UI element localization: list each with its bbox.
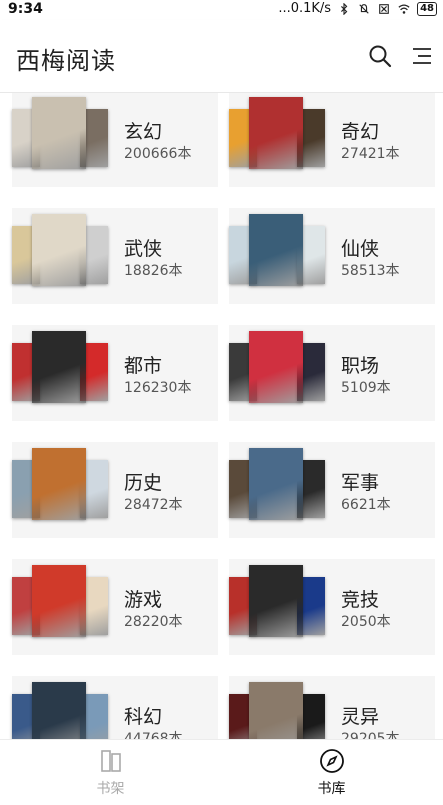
category-count: 58513本 — [341, 263, 400, 279]
category-card[interactable]: 奇幻 27421本 — [229, 93, 435, 187]
category-name: 玄幻 — [124, 121, 163, 143]
book-cover-image — [249, 448, 303, 520]
category-list[interactable]: 玄幻 200666本 奇幻 27421本武侠 18826本 仙侠 58513本都市 12623… — [0, 93, 443, 739]
category-name: 武侠 — [124, 238, 163, 260]
book-cover-image — [32, 331, 86, 403]
book-cover-image — [249, 682, 303, 739]
status-icons: ...0.1K/s 48 — [278, 1, 437, 16]
compass-icon — [320, 749, 344, 773]
book-cover-image — [32, 448, 86, 520]
book-covers — [12, 682, 110, 739]
category-name: 科幻 — [124, 706, 163, 728]
category-name: 军事 — [341, 472, 380, 494]
category-count: 27421本 — [341, 146, 400, 162]
book-covers — [229, 565, 327, 647]
menu-icon[interactable] — [410, 44, 434, 68]
nav-bookshelf-label: 书架 — [96, 781, 125, 797]
category-name: 奇幻 — [341, 121, 380, 143]
book-covers — [12, 331, 110, 413]
nav-library-label: 书库 — [317, 781, 346, 797]
category-count: 126230本 — [124, 380, 192, 396]
category-count: 18826本 — [124, 263, 183, 279]
category-name: 灵异 — [341, 706, 380, 728]
category-count: 28472本 — [124, 497, 183, 513]
category-card[interactable]: 竞技 2050本 — [229, 559, 435, 655]
book-cover-image — [32, 565, 86, 637]
book-cover-image — [32, 214, 86, 286]
category-card[interactable]: 游戏 28220本 — [12, 559, 218, 655]
category-card[interactable]: 灵异 29205本 — [229, 676, 435, 739]
category-count: 6621本 — [341, 497, 391, 513]
category-count: 200666本 — [124, 146, 192, 162]
category-card[interactable]: 仙侠 58513本 — [229, 208, 435, 304]
book-covers — [12, 448, 110, 530]
category-count: 28220本 — [124, 614, 183, 630]
category-name: 仙侠 — [341, 238, 380, 260]
book-covers — [12, 565, 110, 647]
category-count: 5109本 — [341, 380, 391, 396]
category-count: 44768本 — [124, 731, 183, 739]
nav-bookshelf[interactable]: 书架 — [0, 740, 221, 805]
battery-icon: 48 — [417, 1, 437, 16]
category-card[interactable]: 历史 28472本 — [12, 442, 218, 538]
book-covers — [229, 97, 327, 179]
bottom-nav: 书架 书库 — [0, 739, 443, 805]
network-speed: ...0.1K/s — [278, 1, 332, 16]
book-covers — [229, 682, 327, 739]
category-card[interactable]: 职场 5109本 — [229, 325, 435, 421]
book-cover-image — [249, 331, 303, 403]
category-count: 2050本 — [341, 614, 391, 630]
status-time: 9:34 — [8, 1, 43, 17]
category-name: 竞技 — [341, 589, 380, 611]
search-icon[interactable] — [368, 44, 392, 68]
sim-off-icon — [379, 3, 389, 14]
mute-icon — [359, 3, 369, 14]
book-covers — [229, 448, 327, 530]
category-card[interactable]: 军事 6621本 — [229, 442, 435, 538]
bookshelf-icon — [101, 750, 121, 772]
book-cover-image — [249, 565, 303, 637]
wifi-icon — [398, 4, 410, 14]
book-covers — [12, 214, 110, 296]
category-card[interactable]: 科幻 44768本 — [12, 676, 218, 739]
app-title: 西梅阅读 — [16, 47, 116, 75]
category-name: 都市 — [124, 355, 163, 377]
category-name: 游戏 — [124, 589, 163, 611]
bluetooth-icon — [341, 2, 348, 15]
book-cover-image — [249, 214, 303, 286]
status-bar: 9:34 ...0.1K/s 48 — [0, 0, 443, 20]
app-header: 西梅阅读 — [0, 20, 443, 93]
category-name: 历史 — [124, 472, 163, 494]
nav-library[interactable]: 书库 — [221, 740, 442, 805]
book-cover-image — [249, 97, 303, 169]
category-card[interactable]: 都市 126230本 — [12, 325, 218, 421]
category-name: 职场 — [341, 355, 380, 377]
book-covers — [229, 331, 327, 413]
book-covers — [229, 214, 327, 296]
category-card[interactable]: 玄幻 200666本 — [12, 93, 218, 187]
category-card[interactable]: 武侠 18826本 — [12, 208, 218, 304]
book-cover-image — [32, 97, 86, 169]
book-covers — [12, 97, 110, 179]
category-count: 29205本 — [341, 731, 400, 739]
book-cover-image — [32, 682, 86, 739]
